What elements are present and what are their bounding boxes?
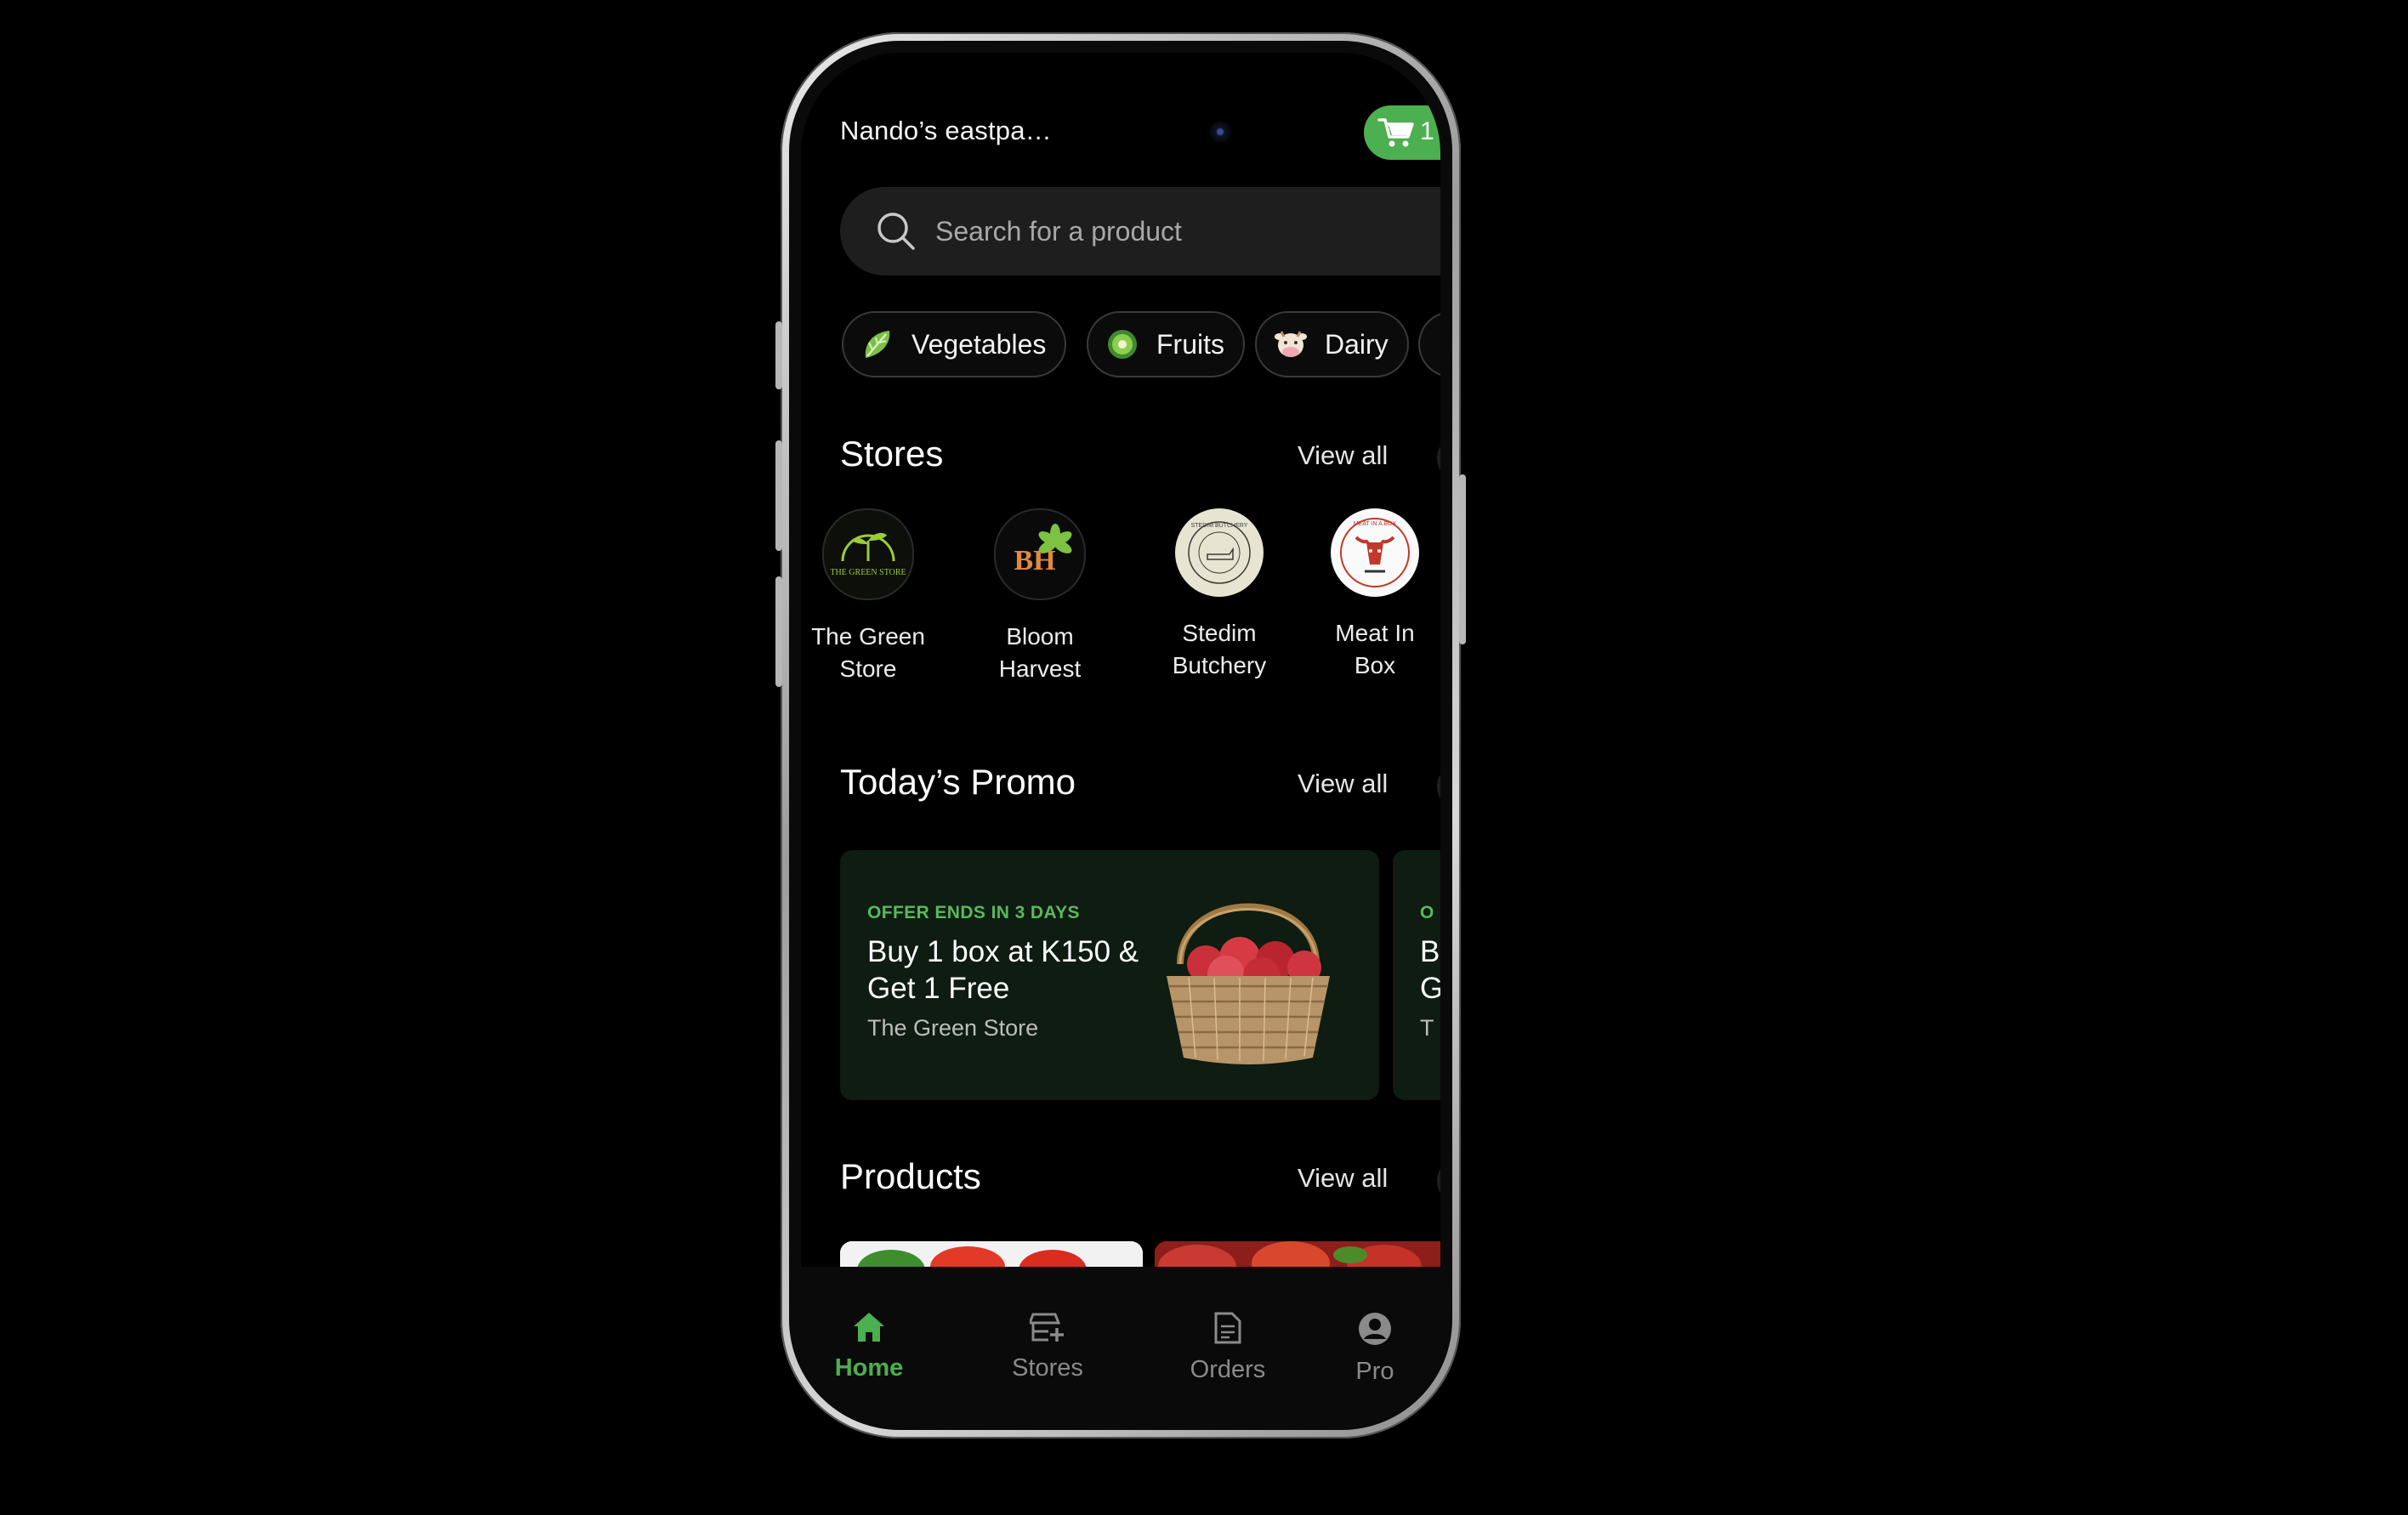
svg-text:MEAT IN A BOX: MEAT IN A BOX bbox=[1354, 521, 1397, 527]
store-name: Bloom Harvest bbox=[998, 623, 1082, 682]
store-logo-the-green-store: THE GREEN STORE bbox=[822, 508, 914, 600]
app-screen: Nando’s eastpa… 1 Search for a product V… bbox=[801, 53, 1440, 1418]
products-view-all-link[interactable]: View all bbox=[1298, 1163, 1388, 1194]
profile-icon bbox=[1359, 1313, 1391, 1345]
document-icon bbox=[1214, 1312, 1241, 1344]
cow-icon bbox=[1272, 326, 1309, 363]
home-icon bbox=[854, 1313, 884, 1342]
nav-tab-home[interactable]: Home bbox=[801, 1311, 937, 1382]
bottom-navigation-bar: Home Stores Orders Pro bbox=[801, 1267, 1440, 1418]
products-section-title: Products bbox=[840, 1156, 981, 1196]
cart-icon bbox=[1377, 118, 1414, 147]
apple-basket-image bbox=[1167, 903, 1330, 1064]
volume-down-button bbox=[775, 576, 782, 687]
power-button bbox=[1459, 474, 1466, 644]
store-logo-meat-in-box: MEAT IN A BOX bbox=[1331, 508, 1419, 597]
promo-tag: OFFER ENDS IN 3 DAYS bbox=[867, 903, 1080, 922]
cart-count: 1 bbox=[1420, 117, 1434, 145]
category-chip-vegetables[interactable]: Vegetables bbox=[842, 311, 1067, 377]
stores-section-title: Stores bbox=[840, 434, 944, 474]
stores-view-all-arrow-button[interactable]: → bbox=[1437, 435, 1440, 481]
store-add-icon bbox=[1027, 1313, 1064, 1342]
front-camera bbox=[1209, 121, 1231, 143]
promo-title: Buy 1 box at K150 & Get 1 Free bbox=[867, 935, 1139, 1005]
category-label: Fruits bbox=[1156, 328, 1224, 360]
cart-button[interactable]: 1 bbox=[1364, 105, 1440, 160]
search-bar[interactable]: Search for a product bbox=[840, 187, 1440, 275]
mute-switch bbox=[775, 321, 782, 389]
nav-label-home: Home bbox=[834, 1354, 904, 1382]
nav-tab-stores[interactable]: Stores bbox=[980, 1311, 1116, 1382]
store-name: Stedim Butchery bbox=[1172, 620, 1267, 678]
svg-text:STEDIM BUTCHERY: STEDIM BUTCHERY bbox=[1191, 523, 1248, 529]
nav-label-orders: Orders bbox=[1190, 1356, 1266, 1383]
promo-store-name: The Green Store bbox=[867, 1015, 1039, 1041]
delivery-location[interactable]: Nando’s eastpa… bbox=[840, 116, 1052, 146]
store-item-bloom-harvest[interactable]: BH Bloom Harvest bbox=[959, 508, 1121, 685]
store-logo-bloom-harvest: BH bbox=[994, 508, 1086, 600]
promo-card-next[interactable]: O BG T bbox=[1393, 850, 1440, 1100]
category-label: Dairy bbox=[1325, 328, 1389, 360]
promo-view-all-arrow-button[interactable]: → bbox=[1437, 763, 1440, 809]
products-view-all-arrow-button[interactable]: → bbox=[1437, 1158, 1440, 1204]
promo-store-name: T bbox=[1420, 1015, 1434, 1041]
store-item-meat-in-box[interactable]: MEAT IN A BOX Meat In Box bbox=[1294, 508, 1440, 682]
nav-label-stores: Stores bbox=[1012, 1354, 1083, 1382]
volume-up-button bbox=[775, 440, 782, 551]
kiwi-icon bbox=[1104, 326, 1141, 363]
search-placeholder: Search for a product bbox=[935, 216, 1182, 247]
promo-view-all-link[interactable]: View all bbox=[1298, 769, 1388, 799]
category-chip-more[interactable] bbox=[1418, 311, 1440, 377]
search-icon bbox=[877, 213, 915, 250]
promo-title: BG bbox=[1420, 935, 1440, 1005]
nav-tab-orders[interactable]: Orders bbox=[1160, 1311, 1296, 1384]
store-name: The Green Store bbox=[811, 623, 925, 682]
nav-label-profile: Pro bbox=[1355, 1358, 1394, 1385]
store-logo-stedim-butchery: STEDIM BUTCHERY bbox=[1175, 508, 1264, 597]
stores-view-all-link[interactable]: View all bbox=[1298, 440, 1388, 471]
lettuce-icon bbox=[859, 326, 896, 363]
promo-section-title: Today’s Promo bbox=[840, 762, 1076, 802]
store-name: Meat In Box bbox=[1335, 620, 1415, 678]
category-label: Vegetables bbox=[912, 328, 1047, 360]
nav-tab-profile[interactable]: Pro bbox=[1320, 1311, 1430, 1386]
category-chip-dairy[interactable]: Dairy bbox=[1255, 311, 1409, 377]
svg-text:THE GREEN STORE: THE GREEN STORE bbox=[830, 568, 906, 577]
svg-text:BH: BH bbox=[1014, 545, 1055, 576]
category-chip-fruits[interactable]: Fruits bbox=[1087, 311, 1245, 377]
promo-card[interactable]: OFFER ENDS IN 3 DAYS Buy 1 box at K150 &… bbox=[840, 850, 1379, 1100]
promo-tag: O bbox=[1420, 903, 1434, 922]
store-item-the-green-store[interactable]: THE GREEN STORE The Green Store bbox=[801, 508, 949, 685]
phone-frame: Nando’s eastpa… 1 Search for a product V… bbox=[775, 32, 1466, 1438]
store-item-stedim-butchery[interactable]: STEDIM BUTCHERY Stedim Butchery bbox=[1139, 508, 1300, 682]
